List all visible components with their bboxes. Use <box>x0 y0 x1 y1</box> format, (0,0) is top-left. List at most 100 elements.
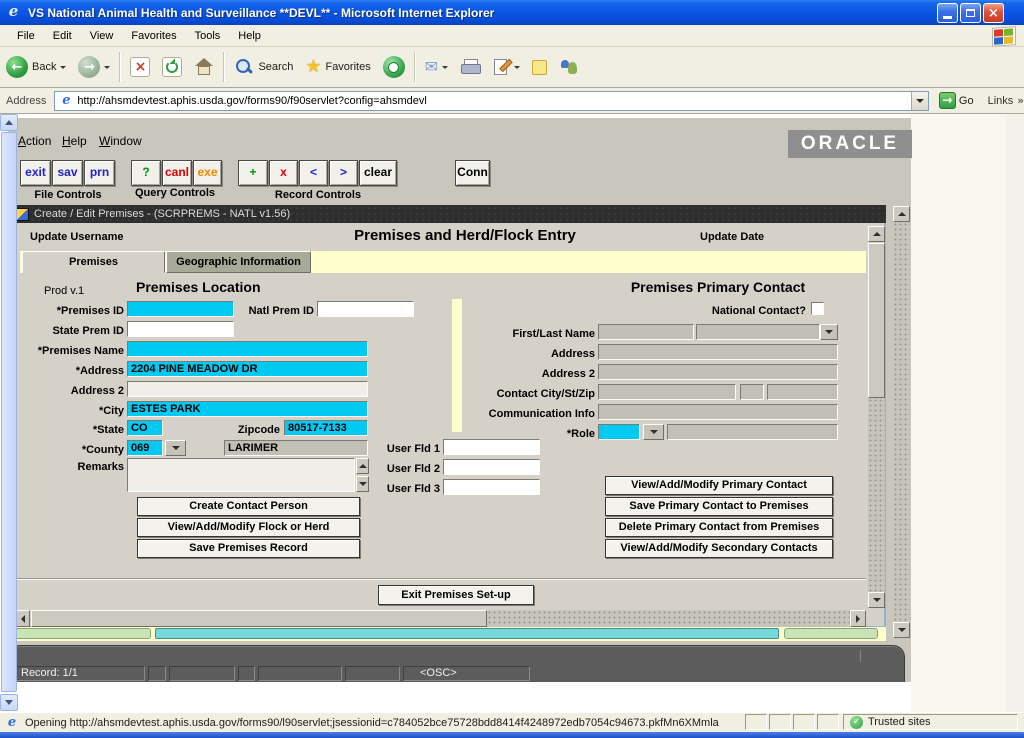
applet-menu-help[interactable]: Help <box>62 134 87 148</box>
discuss-button[interactable] <box>526 50 553 84</box>
address-label: Address <box>0 95 54 107</box>
remarks-scroll-down-button[interactable] <box>356 476 369 492</box>
address-field[interactable] <box>127 361 368 377</box>
applet-menu-action[interactable]: Action <box>18 134 51 148</box>
exit-premises-setup-button[interactable]: Exit Premises Set-up <box>378 585 534 605</box>
menu-view[interactable]: View <box>81 27 123 45</box>
address2-field[interactable] <box>127 381 368 397</box>
menu-tools[interactable]: Tools <box>186 27 230 45</box>
close-button[interactable]: × <box>983 3 1004 23</box>
menu-file[interactable]: File <box>8 27 44 45</box>
natl-prem-id-field[interactable] <box>317 301 414 317</box>
mail-dropdown-icon[interactable] <box>442 66 448 72</box>
execute-query-button[interactable]: exe <box>193 160 222 186</box>
edit-dropdown-icon[interactable] <box>514 66 520 72</box>
save-primary-contact-button[interactable]: Save Primary Contact to Premises <box>605 497 833 516</box>
city-field[interactable] <box>127 401 368 417</box>
remarks-field[interactable] <box>127 458 355 492</box>
mdi-hscroll-right-button[interactable] <box>850 610 866 627</box>
save-button[interactable]: sav <box>52 160 83 186</box>
mdi-hscroll-track[interactable] <box>487 610 850 627</box>
menu-help[interactable]: Help <box>229 27 270 45</box>
premises-name-field[interactable] <box>127 341 368 357</box>
minimize-button[interactable] <box>937 3 958 23</box>
search-button[interactable]: Search <box>228 50 299 84</box>
forward-button[interactable]: → <box>72 50 116 84</box>
forward-dropdown-icon[interactable] <box>104 66 110 72</box>
role-field[interactable] <box>598 424 640 440</box>
applet-menu-window[interactable]: Window <box>99 134 142 148</box>
delete-record-button[interactable]: x <box>269 160 298 186</box>
tab-premises[interactable]: Premises <box>22 251 165 273</box>
remarks-scroll-up-button[interactable] <box>356 458 369 474</box>
national-contact-checkbox[interactable] <box>811 302 824 315</box>
view-add-modify-primary-contact-button[interactable]: View/Add/Modify Primary Contact <box>605 476 833 495</box>
user-fld-2-field[interactable] <box>443 459 540 475</box>
restore-button[interactable] <box>960 3 981 23</box>
mdi-vscroll-thumb[interactable] <box>868 243 885 398</box>
next-record-button[interactable]: > <box>329 160 358 186</box>
state-field[interactable] <box>127 420 163 436</box>
print-button[interactable] <box>454 50 486 84</box>
role-dropdown-button[interactable] <box>643 424 664 440</box>
delete-primary-contact-button[interactable]: Delete Primary Contact from Premises <box>605 518 833 537</box>
address-input[interactable] <box>77 93 911 109</box>
mdi-vscroll-track[interactable] <box>868 398 885 592</box>
state-prem-id-field[interactable] <box>127 321 234 337</box>
chevron-down-icon <box>172 446 180 454</box>
mdi-vscroll-up-button[interactable] <box>868 226 885 242</box>
mdi-window-titlebar[interactable]: Create / Edit Premises - (SCRPREMS - NAT… <box>12 205 886 223</box>
applet-vscroll-track[interactable] <box>893 222 910 622</box>
zipcode-field[interactable] <box>284 420 368 436</box>
applet-vscroll-down-button[interactable] <box>893 622 910 638</box>
toolbar-separator <box>223 52 225 82</box>
mdi-vscroll-down-button[interactable] <box>868 592 885 608</box>
mail-button[interactable]: ✉ <box>419 50 454 84</box>
name-dropdown-button[interactable] <box>820 324 838 340</box>
stop-button[interactable]: × <box>124 50 156 84</box>
user-fld-3-field[interactable] <box>443 479 540 495</box>
back-button[interactable]: ← Back <box>0 50 72 84</box>
save-premises-record-button[interactable]: Save Premises Record <box>137 539 360 558</box>
applet-hscroll-thumb[interactable] <box>155 628 779 639</box>
links-button[interactable]: Links » <box>988 94 1024 107</box>
back-dropdown-icon[interactable] <box>60 66 66 72</box>
view-add-modify-secondary-contacts-button[interactable]: View/Add/Modify Secondary Contacts <box>605 539 833 558</box>
history-icon <box>383 56 405 78</box>
query-button[interactable]: ? <box>131 160 161 186</box>
insert-record-button[interactable]: + <box>238 160 268 186</box>
user-fld-1-field[interactable] <box>443 439 540 455</box>
exit-button[interactable]: exit <box>20 160 51 186</box>
applet-hscroll-track-right[interactable] <box>784 628 878 639</box>
edit-button[interactable] <box>486 50 526 84</box>
cancel-query-button[interactable]: canl <box>162 160 192 186</box>
messenger-button[interactable] <box>553 50 585 84</box>
applet-vscroll-up-button[interactable] <box>893 206 910 222</box>
history-button[interactable] <box>377 50 411 84</box>
browser-scroll-thumb[interactable] <box>1 132 17 692</box>
mdi-hscroll-thumb[interactable] <box>31 610 487 627</box>
security-zone-pane: ✓ Trusted sites <box>843 714 1018 730</box>
create-contact-person-button[interactable]: Create Contact Person <box>137 497 360 516</box>
home-button[interactable] <box>188 50 220 84</box>
go-icon: → <box>939 92 956 109</box>
go-button[interactable]: → Go <box>935 91 978 110</box>
address-dropdown-button[interactable] <box>911 92 928 110</box>
panel-divider <box>14 578 866 580</box>
conn-button[interactable]: Conn <box>455 160 490 186</box>
tab-geographic-information[interactable]: Geographic Information <box>166 251 311 273</box>
applet-hscroll-track-left[interactable] <box>14 628 151 639</box>
favorites-button[interactable]: ★ Favorites <box>299 50 376 84</box>
menu-favorites[interactable]: Favorites <box>122 27 185 45</box>
clear-button[interactable]: clear <box>359 160 397 186</box>
view-add-modify-flock-or-herd-button[interactable]: View/Add/Modify Flock or Herd <box>137 518 360 537</box>
previous-record-button[interactable]: < <box>299 160 328 186</box>
menu-edit[interactable]: Edit <box>44 27 81 45</box>
county-field[interactable] <box>127 440 163 456</box>
print-form-button[interactable]: prn <box>84 160 115 186</box>
browser-scroll-down-button[interactable] <box>0 694 18 711</box>
county-dropdown-button[interactable] <box>165 440 186 456</box>
premises-id-field[interactable] <box>127 301 234 317</box>
browser-scroll-up-button[interactable] <box>0 114 18 131</box>
refresh-button[interactable] <box>156 50 188 84</box>
